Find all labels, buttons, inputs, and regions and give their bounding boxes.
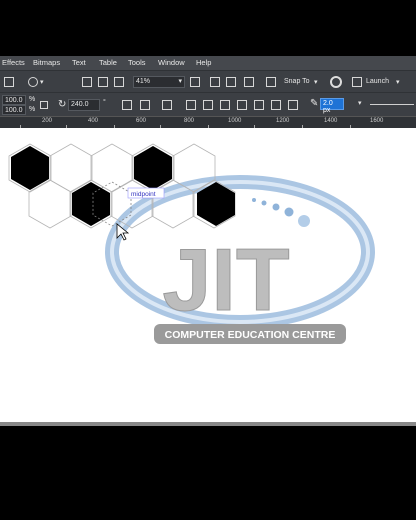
publish-icon[interactable] [114, 77, 124, 87]
menu-tools[interactable]: Tools [128, 58, 146, 67]
zoom-level-field[interactable]: 41% ▾ [133, 76, 185, 88]
scale-x-percent: % [29, 96, 36, 103]
scale-y-value: 100.0 [5, 107, 23, 114]
snap-to-icon[interactable] [266, 77, 276, 87]
rotation-angle-field[interactable]: 240.0 [68, 99, 100, 111]
outline-width-value: 2.0 px [323, 100, 333, 114]
outline-pen-icon: ✎ [310, 98, 319, 109]
ruler-label: 1200 [276, 118, 290, 124]
intersect-icon[interactable] [237, 100, 247, 110]
show-rulers-icon[interactable] [226, 77, 236, 87]
scale-y-field[interactable]: 100.0 [2, 105, 26, 115]
group-icon[interactable] [162, 100, 172, 110]
rotation-angle-value: 240.0 [71, 101, 89, 108]
launch-icon[interactable] [352, 77, 362, 87]
snap-to-label[interactable]: Snap To [284, 78, 310, 85]
weld-icon[interactable] [203, 100, 213, 110]
show-grid-icon[interactable] [244, 77, 254, 87]
menu-bitmaps[interactable]: Bitmaps [33, 58, 60, 67]
simplify-icon[interactable] [254, 100, 264, 110]
menu-help[interactable]: Help [196, 58, 211, 67]
degree-symbol: ° [103, 99, 106, 106]
options-gear-icon[interactable] [330, 76, 342, 88]
ruler-label: 1600 [370, 118, 384, 124]
full-screen-icon[interactable] [210, 77, 220, 87]
front-minus-back-icon[interactable] [271, 100, 281, 110]
ruler-label: 200 [42, 118, 53, 124]
mirror-horizontal-icon[interactable] [122, 100, 132, 110]
status-strip [0, 422, 416, 426]
line-style-preview[interactable] [370, 104, 414, 105]
canvas-artwork: JIT COMPUTER EDUCATION CENTRE midpoint [8, 143, 375, 344]
snap-tooltip-text: midpoint [131, 191, 156, 198]
ruler-label: 1000 [228, 118, 242, 124]
ruler-label: 800 [184, 118, 195, 124]
drawing-canvas[interactable]: JIT COMPUTER EDUCATION CENTRE midpoint [0, 128, 416, 422]
snap-dropdown-icon[interactable]: ▾ [314, 78, 318, 86]
export-icon[interactable] [98, 77, 108, 87]
outline-width-field[interactable]: 2.0 px [320, 98, 344, 114]
scale-x-field[interactable]: 100.0 [2, 95, 26, 105]
undo-dropdown-icon[interactable]: ▾ [40, 78, 44, 86]
import-icon[interactable] [82, 77, 92, 87]
standard-toolbar: ▾ 41% ▾ Snap To ▾ Launch ▾ [0, 70, 416, 93]
zoom-to-page-icon[interactable] [190, 77, 200, 87]
ruler-label: 600 [136, 118, 147, 124]
menu-text[interactable]: Text [72, 58, 86, 67]
logo-title: JIT [162, 230, 289, 329]
launch-dropdown-icon[interactable]: ▾ [396, 78, 400, 86]
back-minus-front-icon[interactable] [288, 100, 298, 110]
ruler-label: 400 [88, 118, 99, 124]
zoom-level-value: 41% [136, 78, 151, 85]
launch-label[interactable]: Launch [366, 78, 389, 85]
ruler-label: 1400 [324, 118, 338, 124]
undo-icon[interactable] [28, 77, 38, 87]
rotate-icon: ↻ [58, 99, 67, 110]
zoom-dropdown-icon[interactable]: ▾ [178, 77, 182, 85]
lock-ratio-icon[interactable] [40, 101, 48, 109]
menu-table[interactable]: Table [99, 58, 117, 67]
combine-icon[interactable] [186, 100, 196, 110]
logo-subtitle: COMPUTER EDUCATION CENTRE [165, 329, 336, 341]
new-document-icon[interactable] [4, 77, 14, 87]
property-bar: 100.0 100.0 % % ↻ 240.0 ° ✎ 2.0 px ▾ [0, 92, 416, 117]
mirror-vertical-icon[interactable] [140, 100, 150, 110]
scale-x-value: 100.0 [5, 97, 23, 104]
corel-app-window: Effects Bitmaps Text Table Tools Window … [0, 56, 416, 426]
trim-icon[interactable] [220, 100, 230, 110]
menu-bar: Effects Bitmaps Text Table Tools Window … [0, 56, 416, 70]
scale-y-percent: % [29, 106, 36, 113]
menu-window[interactable]: Window [158, 58, 185, 67]
menu-effects[interactable]: Effects [2, 58, 25, 67]
outline-width-dropdown-icon[interactable]: ▾ [358, 99, 362, 107]
